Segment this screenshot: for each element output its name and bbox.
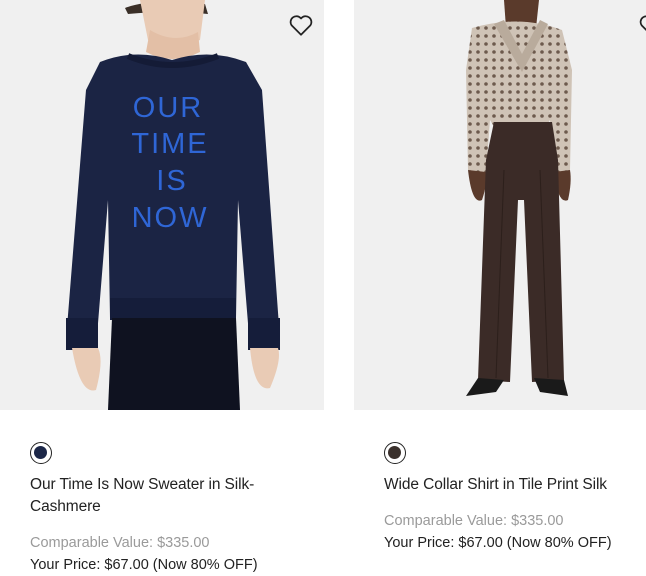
sweater-print-line-4: NOW bbox=[132, 202, 209, 234]
sweater-print-line-1: OUR bbox=[133, 92, 203, 124]
product-card: OUR TIME IS NOW Our Time Is Now Sweater … bbox=[0, 0, 324, 573]
sweater-print-line-2: TIME bbox=[131, 128, 208, 160]
heart-icon[interactable] bbox=[288, 13, 314, 37]
your-price: Your Price: $67.00 (Now 80% OFF) bbox=[384, 535, 612, 551]
shirt-model-photo bbox=[466, 0, 572, 396]
product-card: Wide Collar Shirt in Tile Print Silk Com… bbox=[354, 0, 646, 551]
comparable-value: Comparable Value: $335.00 bbox=[30, 535, 210, 551]
your-price: Your Price: $67.00 (Now 80% OFF) bbox=[30, 557, 258, 573]
heart-icon[interactable] bbox=[638, 13, 646, 37]
swatch-fill bbox=[388, 446, 401, 459]
sweater-print-line-3: IS bbox=[156, 165, 187, 197]
color-swatch-navy[interactable] bbox=[30, 442, 52, 464]
product-image[interactable]: OUR TIME IS NOW bbox=[0, 0, 324, 410]
sweater-model-photo: OUR TIME IS NOW bbox=[66, 0, 280, 410]
color-swatch-brown[interactable] bbox=[384, 442, 406, 464]
comparable-value: Comparable Value: $335.00 bbox=[384, 513, 564, 529]
product-image[interactable] bbox=[354, 0, 646, 410]
product-title[interactable]: Our Time Is Now Sweater in Silk-Cashmere bbox=[30, 474, 280, 518]
swatch-fill bbox=[34, 446, 47, 459]
product-title[interactable]: Wide Collar Shirt in Tile Print Silk bbox=[384, 474, 644, 496]
